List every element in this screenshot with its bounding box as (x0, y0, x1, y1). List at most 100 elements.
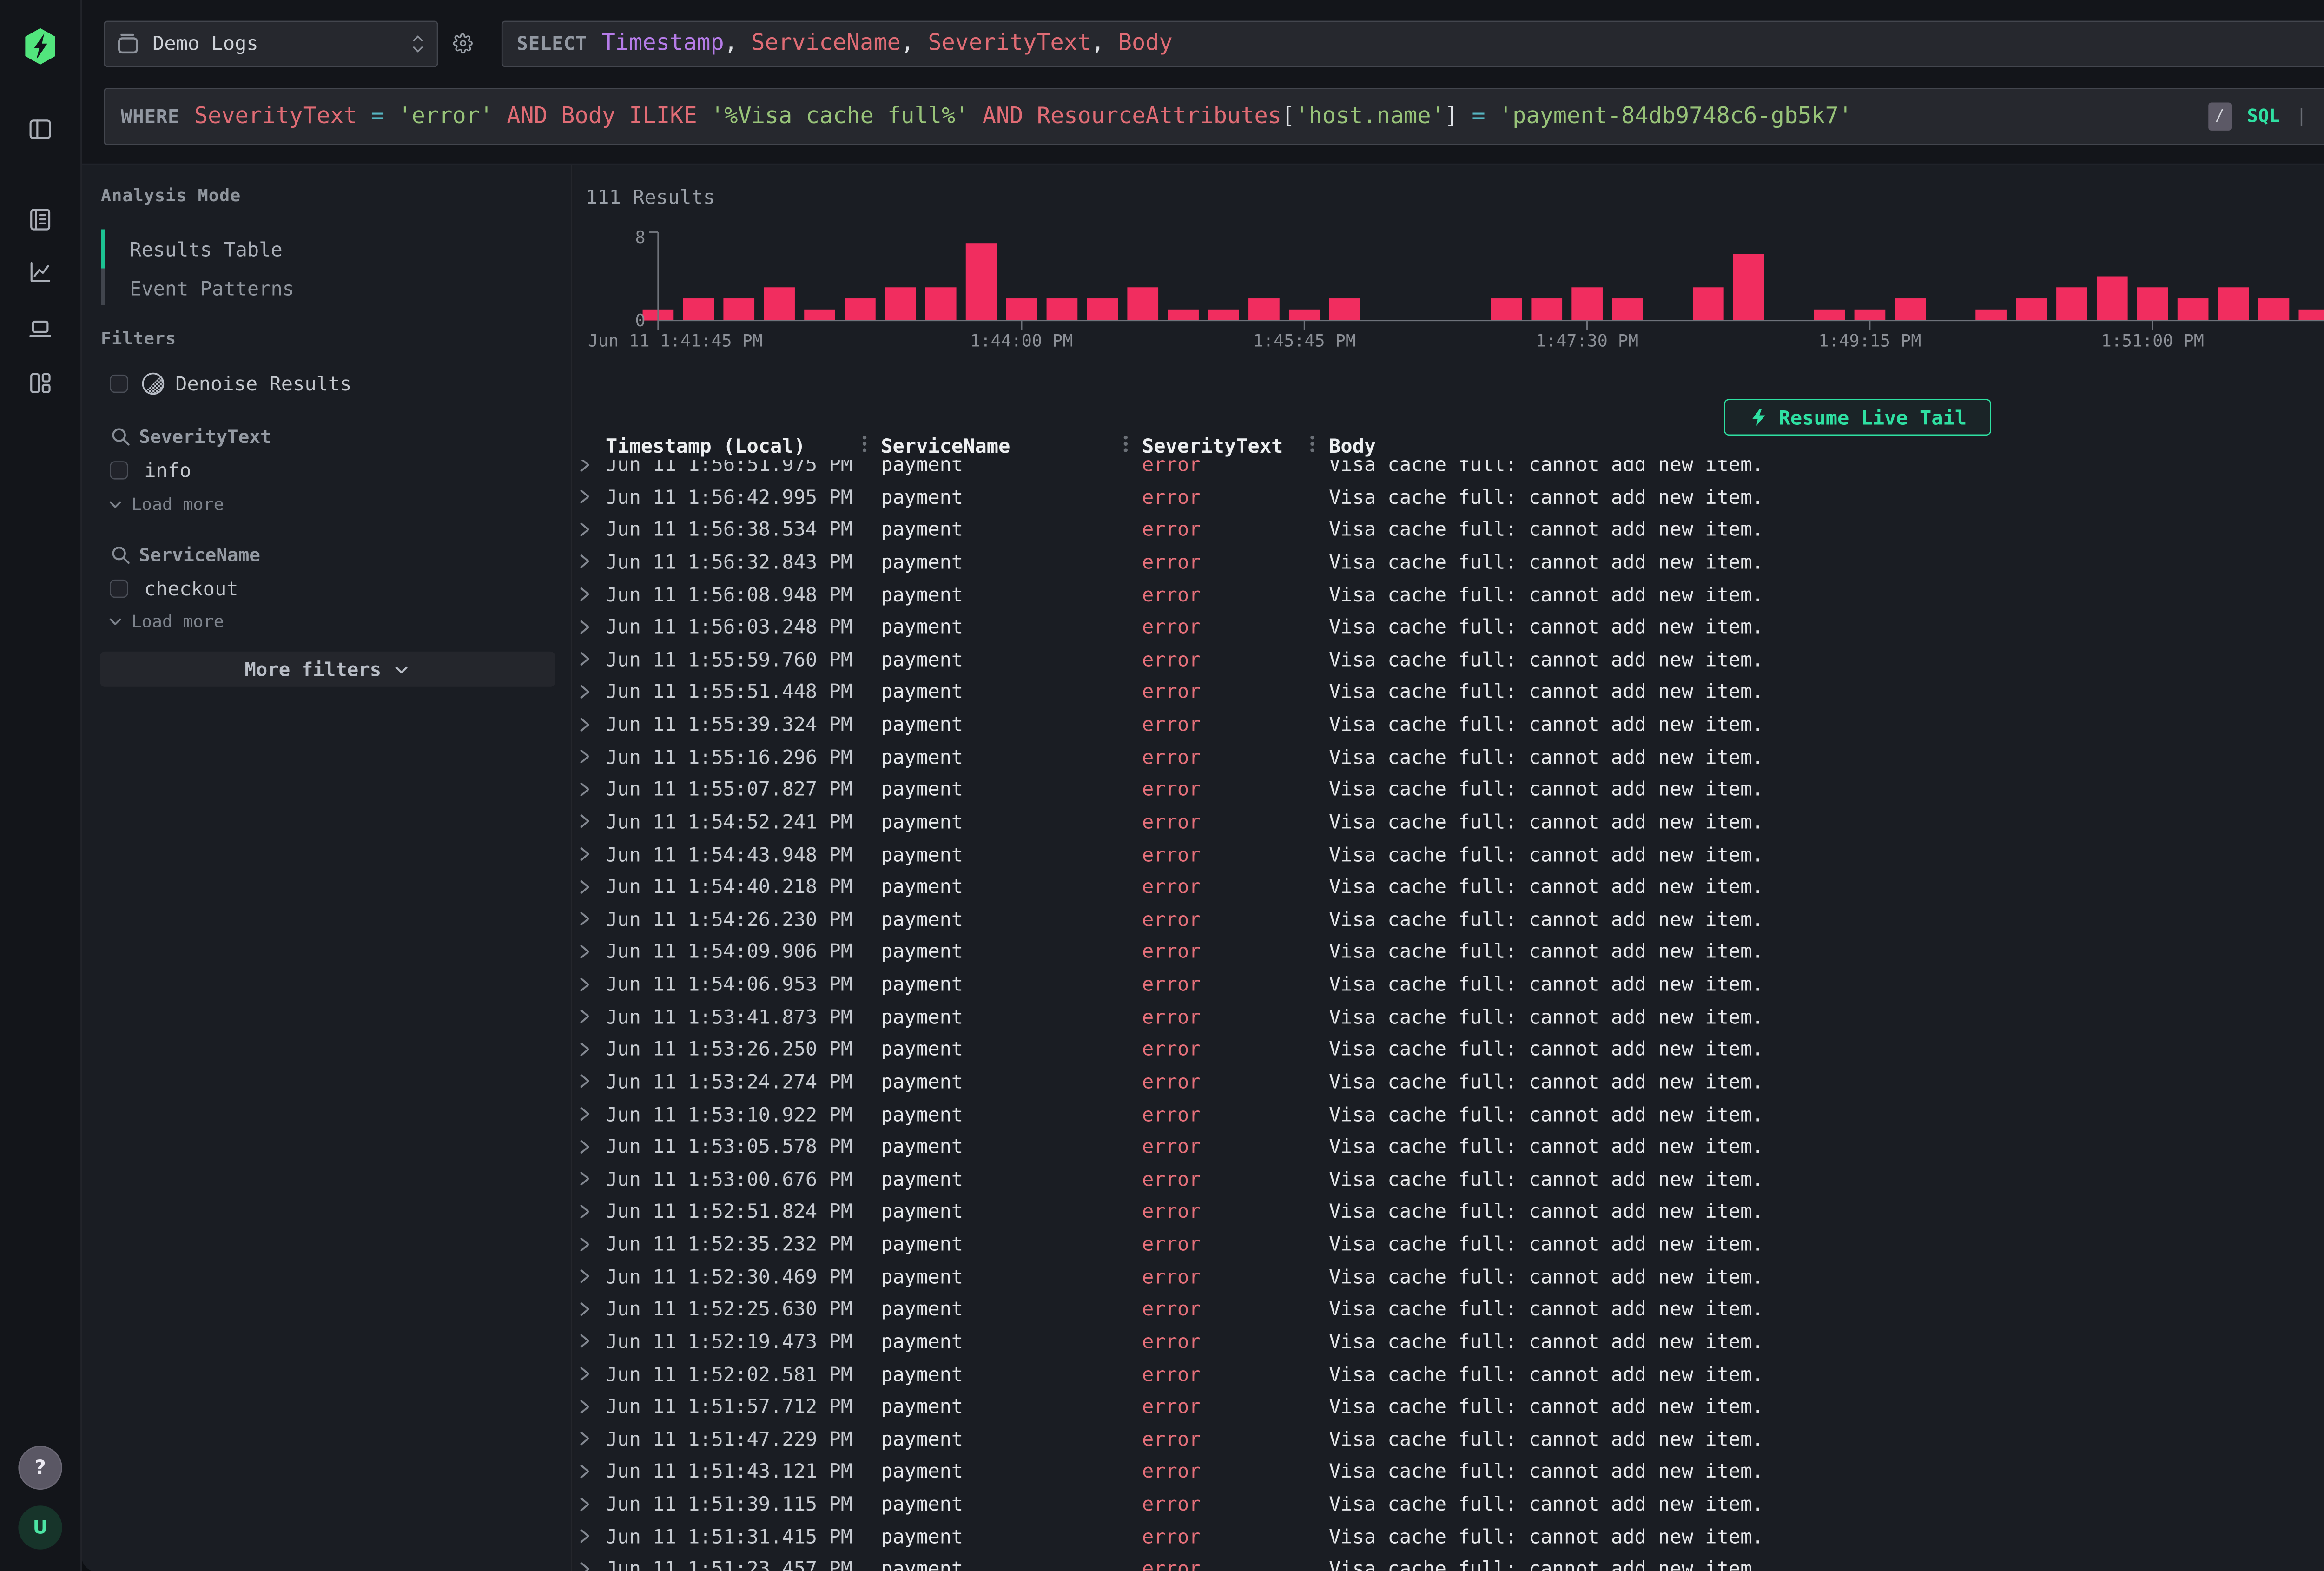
histogram-bar[interactable] (926, 287, 957, 320)
histogram-bar[interactable] (845, 298, 876, 321)
checkout-option[interactable]: checkout (109, 577, 238, 600)
table-row[interactable]: Jun 11 1:51:39.115 PMpaymenterrorVisa ca… (574, 1488, 2324, 1520)
table-row[interactable]: Jun 11 1:56:03.248 PMpaymenterrorVisa ca… (574, 611, 2324, 643)
histogram-bar[interactable] (1128, 287, 1159, 320)
histogram-bar[interactable] (1330, 298, 1361, 321)
row-expand-chevron-icon[interactable] (576, 683, 593, 700)
settings-gear-button[interactable] (453, 33, 474, 54)
sidebar-item-panel-left[interactable] (16, 106, 65, 155)
more-filters-button[interactable]: More filters (100, 652, 555, 687)
table-row[interactable]: Jun 11 1:55:39.324 PMpaymenterrorVisa ca… (574, 708, 2324, 740)
table-row[interactable]: Jun 11 1:53:10.922 PMpaymenterrorVisa ca… (574, 1098, 2324, 1130)
load-more-severitytext[interactable]: Load more (107, 495, 224, 515)
table-row[interactable]: Jun 11 1:52:30.469 PMpaymenterrorVisa ca… (574, 1260, 2324, 1293)
histogram-bar[interactable] (1006, 298, 1037, 321)
table-row[interactable]: Jun 11 1:56:42.995 PMpaymenterrorVisa ca… (574, 481, 2324, 513)
analysis-mode-results-table[interactable]: Results Table (130, 238, 283, 261)
row-expand-chevron-icon[interactable] (576, 553, 593, 570)
row-expand-chevron-icon[interactable] (576, 586, 593, 603)
histogram-bar[interactable] (1168, 310, 1199, 321)
table-row[interactable]: Jun 11 1:54:06.953 PMpaymenterrorVisa ca… (574, 968, 2324, 1000)
load-more-servicename[interactable]: Load more (107, 612, 224, 632)
row-expand-chevron-icon[interactable] (576, 878, 593, 895)
row-expand-chevron-icon[interactable] (576, 488, 593, 506)
histogram-bar[interactable] (1289, 310, 1320, 321)
row-expand-chevron-icon[interactable] (576, 813, 593, 830)
histogram-bar[interactable] (2057, 287, 2088, 320)
histogram-bar[interactable] (1572, 287, 1603, 320)
row-expand-chevron-icon[interactable] (576, 1366, 593, 1383)
table-row[interactable]: Jun 11 1:53:24.274 PMpaymenterrorVisa ca… (574, 1065, 2324, 1098)
histogram-bar[interactable] (1491, 298, 1522, 321)
row-expand-chevron-icon[interactable] (576, 651, 593, 668)
table-row[interactable]: Jun 11 1:56:32.843 PMpaymenterrorVisa ca… (574, 546, 2324, 578)
table-row[interactable]: Jun 11 1:55:16.296 PMpaymenterrorVisa ca… (574, 740, 2324, 773)
sidebar-item-notebook[interactable] (16, 197, 65, 246)
histogram-bar[interactable] (1087, 298, 1118, 321)
histogram-bar[interactable] (885, 287, 917, 320)
row-expand-chevron-icon[interactable] (576, 943, 593, 960)
row-expand-chevron-icon[interactable] (576, 911, 593, 928)
histogram-bar[interactable] (966, 243, 997, 320)
table-row[interactable]: Jun 11 1:51:43.121 PMpaymenterrorVisa ca… (574, 1455, 2324, 1488)
row-expand-chevron-icon[interactable] (576, 461, 593, 473)
table-row[interactable]: Jun 11 1:51:57.712 PMpaymenterrorVisa ca… (574, 1390, 2324, 1423)
where-query-input[interactable]: WHERESeverityText = 'error' AND Body ILI… (104, 87, 2324, 145)
row-expand-chevron-icon[interactable] (576, 1138, 593, 1155)
histogram-bar[interactable] (764, 287, 795, 320)
histogram-bar[interactable] (2016, 298, 2047, 321)
column-resize-handle[interactable] (1122, 435, 1128, 458)
resume-live-tail-button[interactable]: Resume Live Tail (1724, 399, 1992, 436)
histogram-bar[interactable] (1532, 298, 1563, 321)
user-avatar[interactable]: U (18, 1505, 62, 1549)
table-row[interactable]: Jun 11 1:54:52.241 PMpaymenterrorVisa ca… (574, 805, 2324, 838)
help-button[interactable]: ? (18, 1446, 62, 1490)
source-select[interactable]: Demo Logs (104, 20, 438, 67)
table-row[interactable]: Jun 11 1:52:02.581 PMpaymenterrorVisa ca… (574, 1358, 2324, 1390)
histogram-bar[interactable] (805, 310, 836, 321)
select-query-input[interactable]: SELECTTimestamp, ServiceName, SeverityTe… (502, 20, 2324, 67)
histogram-bar[interactable] (1976, 310, 2007, 321)
histogram-bar[interactable] (2299, 310, 2324, 321)
row-expand-chevron-icon[interactable] (576, 1041, 593, 1058)
table-row[interactable]: Jun 11 1:54:40.218 PMpaymenterrorVisa ca… (574, 871, 2324, 903)
table-row[interactable]: Jun 11 1:53:00.676 PMpaymenterrorVisa ca… (574, 1163, 2324, 1195)
table-row[interactable]: Jun 11 1:51:31.415 PMpaymenterrorVisa ca… (574, 1520, 2324, 1553)
histogram-bar[interactable] (724, 298, 755, 321)
table-row[interactable]: Jun 11 1:53:26.250 PMpaymenterrorVisa ca… (574, 1033, 2324, 1065)
histogram-bar[interactable] (1895, 298, 1926, 321)
table-row[interactable]: Jun 11 1:52:35.232 PMpaymenterrorVisa ca… (574, 1228, 2324, 1261)
table-row[interactable]: Jun 11 1:54:09.906 PMpaymenterrorVisa ca… (574, 936, 2324, 968)
histogram-bar[interactable] (1855, 310, 1886, 321)
row-expand-chevron-icon[interactable] (576, 1105, 593, 1122)
row-expand-chevron-icon[interactable] (576, 716, 593, 733)
column-header-severitytext[interactable]: SeverityText (1142, 432, 1283, 461)
histogram-bar[interactable] (1814, 310, 1845, 321)
row-expand-chevron-icon[interactable] (576, 1073, 593, 1090)
row-expand-chevron-icon[interactable] (576, 618, 593, 635)
histogram-bar[interactable] (2097, 276, 2128, 320)
row-expand-chevron-icon[interactable] (576, 1333, 593, 1350)
checkbox[interactable] (109, 461, 128, 480)
histogram-bar[interactable] (1693, 287, 1724, 320)
table-row[interactable]: Jun 11 1:53:05.578 PMpaymenterrorVisa ca… (574, 1130, 2324, 1163)
checkbox[interactable] (109, 374, 128, 393)
table-row[interactable]: Jun 11 1:54:26.230 PMpaymenterrorVisa ca… (574, 903, 2324, 936)
histogram-bar[interactable] (1612, 298, 1644, 321)
row-expand-chevron-icon[interactable] (576, 1008, 593, 1025)
sidebar-item-dashboard[interactable] (16, 361, 65, 409)
row-expand-chevron-icon[interactable] (576, 1560, 593, 1571)
table-row[interactable]: Jun 11 1:55:59.760 PMpaymenterrorVisa ca… (574, 643, 2324, 675)
analysis-mode-event-patterns[interactable]: Event Patterns (130, 277, 294, 300)
histogram-bar[interactable] (1047, 298, 1078, 321)
info-option[interactable]: info (109, 458, 191, 482)
row-expand-chevron-icon[interactable] (576, 521, 593, 538)
row-expand-chevron-icon[interactable] (576, 1268, 593, 1285)
table-row[interactable]: Jun 11 1:52:25.630 PMpaymenterrorVisa ca… (574, 1293, 2324, 1325)
table-row[interactable]: Jun 11 1:54:43.948 PMpaymenterrorVisa ca… (574, 838, 2324, 871)
histogram-bar[interactable] (2218, 287, 2249, 320)
column-header-timestamp-local-[interactable]: Timestamp (Local) (606, 432, 805, 461)
histogram-bar[interactable] (2138, 287, 2169, 320)
row-expand-chevron-icon[interactable] (576, 845, 593, 863)
table-row[interactable]: Jun 11 1:53:41.873 PMpaymenterrorVisa ca… (574, 1000, 2324, 1033)
